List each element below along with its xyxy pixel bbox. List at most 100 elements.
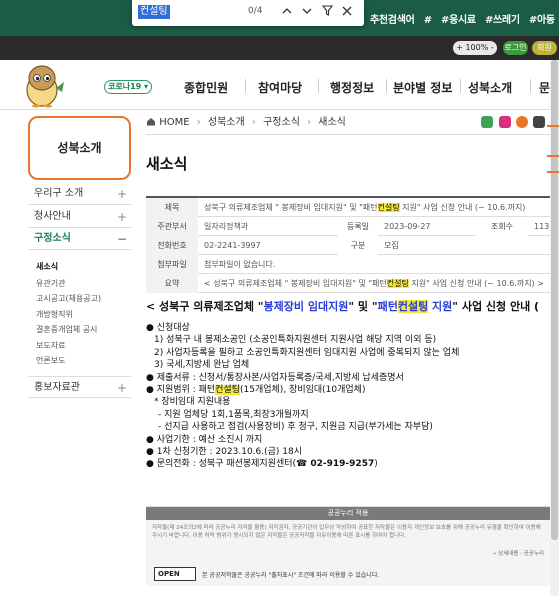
scrollbar-thumb[interactable] — [551, 60, 558, 540]
mascot-logo[interactable] — [22, 62, 66, 108]
search-match-marker — [547, 155, 559, 157]
sidebar-subitem[interactable]: 새소식 — [36, 261, 58, 272]
sidebar-item-label: 구정소식 — [34, 233, 71, 244]
breadcrumb-home[interactable]: HOME — [159, 117, 189, 128]
info-row-phone: 전화번호 02-2241-3997 구분 모집 — [146, 236, 550, 255]
contact-text: ) — [374, 459, 378, 470]
suggest-tag[interactable]: #쓰레기 — [485, 15, 520, 26]
body-line: 2) 사업자등록을 필하고 소공인특화지원센터 임대지원 사업에 중복되지 않는… — [154, 347, 460, 358]
plus-icon: + — [116, 381, 127, 395]
menu-field-info[interactable]: 분야별 정보 — [393, 79, 452, 96]
contact-phone: ☎ 02-919-9257 — [296, 459, 375, 470]
blog-icon[interactable] — [481, 116, 493, 128]
sidebar-item-label: 청사안내 — [34, 211, 71, 222]
vertical-scrollbar[interactable] — [550, 60, 559, 596]
close-icon[interactable] — [338, 3, 356, 21]
breadcrumb-item[interactable]: 새소식 — [318, 117, 346, 128]
breadcrumb-separator: › — [196, 117, 201, 128]
kogl-license-box: 공공누리 적용 저작물(제 24조의2에 따라 공공누리 저작물 활용) 저작권… — [146, 506, 550, 586]
zoom-control[interactable]: + 100% - — [453, 41, 497, 55]
contact-text: ● 문의전화 : 성북구 패션봉제지원센터( — [146, 459, 297, 470]
kogl-open-badge: OPEN — [154, 567, 196, 581]
menu-civil-service[interactable]: 종합민원 — [184, 79, 228, 96]
menu-admin-info[interactable]: 행정정보 — [330, 79, 374, 96]
headline-text: " 및 " — [348, 300, 378, 313]
sidebar-subitem[interactable]: 유관기관 — [36, 278, 65, 289]
utility-bar: + 100% - 로그인 회원 — [0, 36, 559, 60]
breadcrumb-item[interactable]: 구정소식 — [263, 117, 300, 128]
suggest-tag[interactable]: #응시료 — [441, 15, 476, 26]
menu-participation[interactable]: 참여마당 — [258, 79, 302, 96]
headline-text: 봉제장비 임대지원 — [263, 300, 349, 313]
login-button[interactable]: 로그인 — [503, 41, 528, 55]
sidebar-item-label: 우리구 소개 — [34, 188, 84, 199]
join-button[interactable]: 회원 — [532, 41, 557, 55]
sidebar-item-news[interactable]: 구정소식 − — [28, 228, 131, 250]
home-icon[interactable] — [146, 117, 159, 128]
subject-text: 성북구 의류제조업체 " 봉제장비 임대지원" 및 "패턴 — [204, 203, 378, 212]
suggest-tag[interactable]: # — [424, 15, 432, 26]
print-icon[interactable] — [533, 116, 545, 128]
info-row-summary: 요약 < 성북구 의류제조업체 " 봉제장비 임대지원" 및 "패턴컨설팅 지원… — [146, 274, 550, 293]
info-label: 구분 — [338, 236, 378, 255]
body-line: ● 사업기한 : 예산 소진시 까지 — [146, 434, 263, 445]
plus-icon: + — [116, 210, 127, 224]
sidebar-subitem[interactable]: 개방형직위 — [36, 309, 73, 320]
story-icon[interactable] — [516, 116, 528, 128]
post-info-table: 제목 성북구 의류제조업체 " 봉제장비 임대지원" 및 "패턴컨설팅 지원" … — [146, 196, 550, 293]
sidebar-item-office[interactable]: 청사안내 + — [28, 206, 131, 228]
kogl-description: 저작물(제 24조의2에 따라 공공누리 저작물 활용) 저작권자, 공공기관이… — [152, 525, 541, 539]
search-match-marker — [547, 125, 559, 127]
find-input[interactable]: 컨설팅 — [138, 5, 170, 19]
headline-text: 패턴 — [377, 300, 398, 313]
kogl-heading: 공공누리 적용 — [146, 507, 550, 520]
suggest-keywords: 추천검색어 # #응시료 #쓰레기 #아동 — [370, 11, 559, 26]
info-label: 제목 — [146, 198, 198, 217]
find-match-count: 0/4 — [248, 6, 263, 16]
sidebar-item-pr[interactable]: 홍보자료관 + — [28, 376, 131, 398]
previous-match-icon[interactable] — [278, 3, 296, 21]
suggest-tag[interactable]: #아동 — [529, 15, 555, 26]
menu-divider — [245, 79, 246, 93]
covid19-button[interactable]: 코로나19 ▾ — [104, 80, 152, 94]
instagram-icon[interactable] — [499, 116, 511, 128]
sidebar-title: 성북소개 — [28, 116, 131, 180]
headline-text: " 사업 신청 안내 ( — [452, 300, 540, 313]
search-highlight: 컨설팅 — [386, 279, 409, 288]
sidebar-subitem[interactable]: 고시공고(채용공고) — [36, 293, 101, 304]
sidebar-subitem[interactable]: 결혼중개업체 공시 — [36, 324, 97, 335]
post-body: < 성북구 의류제조업체 "봉제장비 임대지원" 및 "패턴컨설팅 지원" 사업… — [146, 298, 550, 471]
kogl-note: 본 공공저작물은 공공누리 "출처표시" 조건에 따라 이용할 수 있습니다. — [202, 572, 380, 579]
main-nav: 코로나19 ▾ 종합민원 참여마당 행정정보 분야별 정보 성북소개 문 — [0, 60, 559, 110]
scope-text: ● 지원범위 : 패턴 — [146, 385, 216, 396]
post-subject: 성북구 의류제조업체 " 봉제장비 임대지원" 및 "패턴컨설팅 지원" 사업 … — [198, 198, 550, 217]
menu-divider — [460, 79, 461, 93]
sidebar-item-about[interactable]: 우리구 소개 + — [28, 183, 131, 205]
summary-text: 지원" 사업 신청 안내 (~ 10.6.까지) > — [408, 279, 544, 288]
subject-text: 지원" 사업 신청 안내 (~ 10.6.까지) — [399, 203, 526, 212]
breadcrumb-separator: › — [307, 117, 312, 128]
post-phone: 02-2241-3997 — [204, 241, 261, 250]
menu-overflow[interactable]: 문 — [539, 79, 550, 96]
body-line: - 선지급 사용하고 점검(사용장비) 후 청구, 지원금 지급(부가세는 자부… — [158, 422, 433, 433]
sidebar-subitem[interactable]: 보도자료 — [36, 340, 65, 351]
minus-icon: − — [116, 232, 127, 246]
search-highlight: 컨설팅 — [377, 203, 400, 212]
post-summary: < 성북구 의류제조업체 " 봉제장비 임대지원" 및 "패턴컨설팅 지원" 사… — [198, 274, 550, 293]
next-match-icon[interactable] — [298, 3, 316, 21]
sidebar-subitem[interactable]: 언론보도 — [36, 355, 65, 366]
body-line: 3) 국세,지방세 완납 업체 — [154, 360, 250, 371]
body-line: - 지원 업체당 1회,1품목,최장3개월까지 — [158, 409, 309, 420]
summary-text: < 성북구 의류제조업체 " 봉제장비 임대지원" 및 "패턴 — [204, 279, 387, 288]
filter-icon[interactable] — [318, 3, 336, 21]
kogl-more-link[interactable]: » 상세내용 : 공공누리 — [493, 549, 544, 557]
info-row-file: 첨부파일 첨부파일이 없습니다. — [146, 255, 550, 274]
body-line: ● 1차 신청기한 : 2023.10.6.(금) 18시 — [146, 447, 303, 458]
body-line: ● 신청대상 — [146, 323, 190, 333]
info-label: 주관부서 — [146, 217, 198, 236]
scope-text: (15개업체), 장비임대(10개업체) — [240, 385, 366, 396]
breadcrumb-item[interactable]: 성북소개 — [208, 117, 245, 128]
body-line-scope: ● 지원범위 : 패턴컨설팅(15개업체), 장비임대(10개업체) — [146, 384, 550, 396]
post-dept: 일자리정책과 — [204, 222, 249, 231]
menu-seongbuk-intro[interactable]: 성북소개 — [468, 79, 512, 96]
